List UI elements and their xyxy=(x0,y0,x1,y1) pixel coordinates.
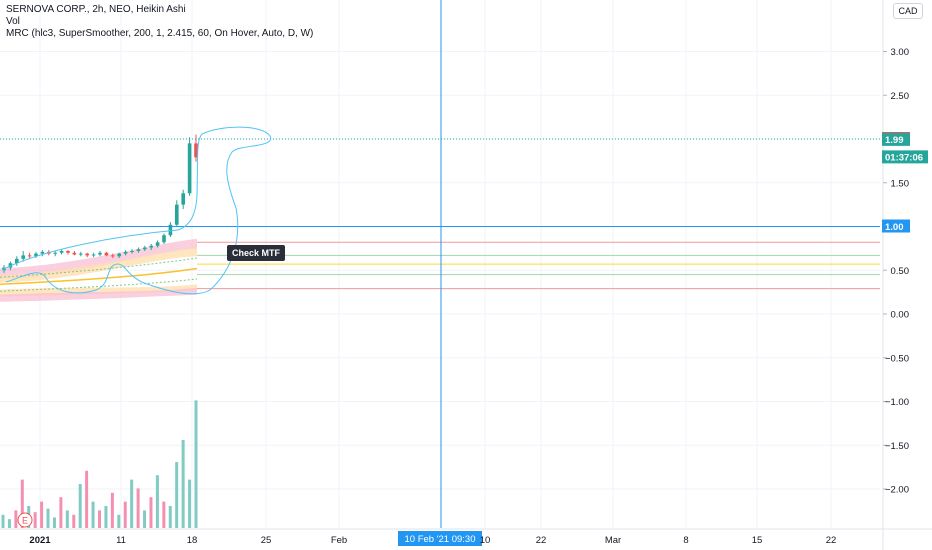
y-tick-label: 0.00 xyxy=(891,310,910,321)
candle-body xyxy=(123,251,128,254)
volume-bar xyxy=(110,492,114,528)
volume-bar xyxy=(33,512,37,528)
volume-bar xyxy=(155,475,159,528)
volume-bar xyxy=(91,501,95,528)
x-tick-label: 15 xyxy=(752,535,763,546)
candle-body xyxy=(91,254,96,256)
crosshair: 10 Feb '21 09:30 xyxy=(398,0,482,546)
y-tick-label: −1.50 xyxy=(885,441,909,452)
candle-body xyxy=(143,247,147,250)
chart-window: Check MTF 10 Feb '21 09:30 3.002.502.001… xyxy=(0,0,932,550)
price-label: 01:37:06 xyxy=(882,150,928,164)
candle-body xyxy=(187,143,192,194)
candle-body xyxy=(66,251,70,253)
volume-bar xyxy=(104,506,108,528)
volume-bar xyxy=(46,508,50,528)
volume-bars xyxy=(1,400,198,528)
mrc-indicator-label[interactable]: MRC (hlc3, SuperSmoother, 200, 1, 2.415,… xyxy=(6,28,313,40)
price-label-text: 1.99 xyxy=(885,135,904,146)
volume-bar xyxy=(117,514,121,528)
volume-bar xyxy=(59,497,63,528)
volume-bar xyxy=(149,497,153,528)
x-tick-label: 25 xyxy=(261,535,272,546)
price-label: 1.00 xyxy=(882,219,910,233)
candle-body xyxy=(98,252,102,255)
candle-body xyxy=(136,249,141,251)
volume-bar xyxy=(162,501,166,528)
volume-bar xyxy=(136,488,140,528)
candle-body xyxy=(181,193,185,205)
x-tick-label: 11 xyxy=(116,535,126,546)
x-tick-label: Mar xyxy=(605,535,621,546)
volume-bar xyxy=(98,510,101,528)
x-tick-label: Feb xyxy=(331,535,347,546)
candle-body xyxy=(117,253,121,257)
volume-bar xyxy=(65,510,69,528)
volume-bar xyxy=(78,484,82,528)
candle-body xyxy=(40,251,45,254)
volume-bar xyxy=(1,514,5,528)
price-label-text: 01:37:06 xyxy=(885,153,923,164)
candle-body xyxy=(59,251,64,253)
candle-body xyxy=(155,242,160,246)
volume-bar xyxy=(188,479,192,528)
candle-body xyxy=(27,255,32,257)
volume-bar xyxy=(130,479,134,528)
price-label: 1.99 xyxy=(882,132,910,146)
y-tick-label: −1.00 xyxy=(885,397,909,408)
x-tick-label: 8 xyxy=(683,535,688,546)
candle-body xyxy=(21,255,25,259)
volume-indicator-label[interactable]: Vol xyxy=(6,16,313,28)
crosshair-date-text: 10 Feb '21 09:30 xyxy=(404,534,475,545)
symbol-title[interactable]: SERNOVA CORP., 2h, NEO, Heikin Ashi xyxy=(6,4,313,16)
candle-body xyxy=(53,252,57,254)
volume-bar xyxy=(168,506,172,528)
check-mtf-label: Check MTF xyxy=(232,248,281,258)
crosshair-date-label: 10 Feb '21 09:30 xyxy=(398,531,482,546)
candle-body xyxy=(111,255,115,257)
candle-body xyxy=(79,253,83,255)
earnings-icon[interactable]: E xyxy=(17,512,33,528)
price-chart[interactable]: Check MTF 10 Feb '21 09:30 3.002.502.001… xyxy=(0,0,932,550)
candle-body xyxy=(149,245,153,248)
x-tick-label: 18 xyxy=(187,535,198,546)
check-mtf-tooltip[interactable]: Check MTF xyxy=(227,245,285,261)
volume-bar xyxy=(143,510,147,528)
volume-bar xyxy=(85,470,89,528)
candle-body xyxy=(85,253,89,256)
candle-body xyxy=(175,204,179,225)
legend: SERNOVA CORP., 2h, NEO, Heikin Ashi Vol … xyxy=(6,4,313,40)
candle-body xyxy=(72,252,77,255)
volume-bar xyxy=(175,462,179,528)
volume-bar xyxy=(7,519,11,528)
candle-body xyxy=(130,251,134,252)
volume-bar xyxy=(52,517,56,528)
y-tick-label: 3.00 xyxy=(891,47,910,58)
candle-body xyxy=(162,235,166,243)
currency-badge[interactable]: CAD xyxy=(893,3,923,19)
x-tick-label: 10 xyxy=(480,535,491,546)
x-tick-label: 22 xyxy=(536,535,547,546)
x-tick-label: 22 xyxy=(826,535,837,546)
y-tick-label: 0.50 xyxy=(891,266,910,277)
y-tick-label: 1.50 xyxy=(891,178,910,189)
y-tick-label: −2.00 xyxy=(885,485,909,496)
volume-bar xyxy=(72,514,76,528)
volume-bar xyxy=(194,400,198,528)
volume-bar xyxy=(123,501,127,528)
candle-body xyxy=(104,252,109,256)
volume-bar xyxy=(181,440,185,528)
price-label-text: 1.00 xyxy=(885,222,904,233)
y-tick-label: 2.50 xyxy=(891,91,910,102)
svg-text:E: E xyxy=(22,516,28,526)
x-tick-label: 2021 xyxy=(29,535,51,546)
volume-bar xyxy=(40,501,44,528)
y-tick-label: −0.50 xyxy=(885,353,909,364)
volume-bar xyxy=(14,510,18,528)
